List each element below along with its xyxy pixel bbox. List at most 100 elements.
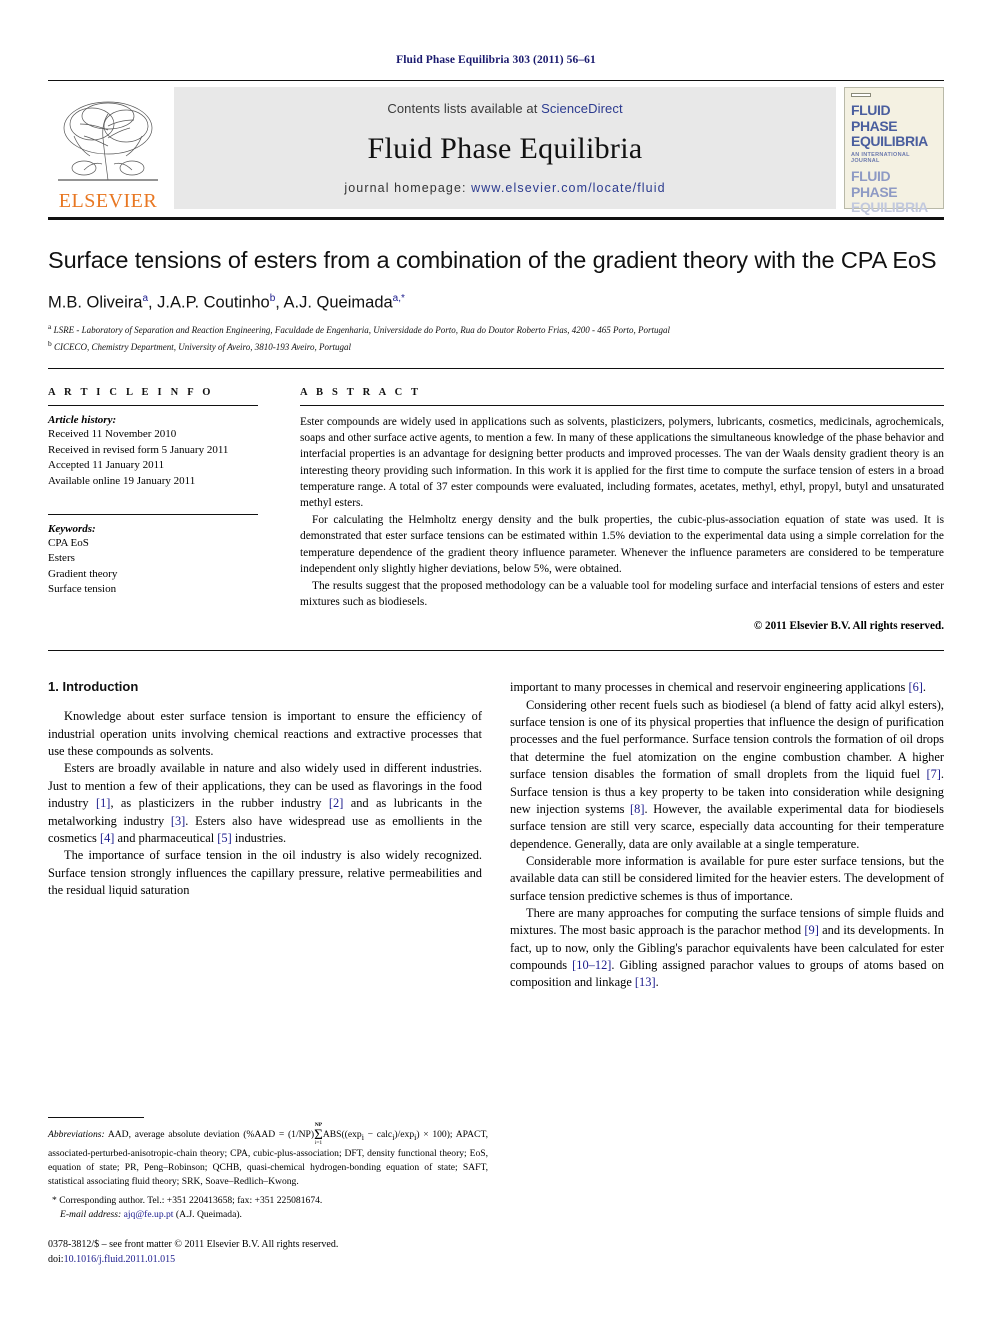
cover-line-3: FLUID PHASE: [851, 168, 898, 200]
affiliation-b-text: CICECO, Chemistry Department, University…: [54, 341, 351, 352]
citation-8[interactable]: [8]: [630, 802, 644, 816]
elsevier-tree-icon: [58, 101, 158, 181]
email-suffix: (A.J. Queimada).: [175, 1209, 242, 1221]
abstract-copyright: © 2011 Elsevier B.V. All rights reserved…: [753, 620, 944, 633]
cover-line-1: FLUID PHASE: [851, 102, 898, 134]
author-0-name: M.B. Oliveira: [48, 293, 143, 312]
keyword-1: Esters: [48, 552, 75, 565]
rp0-t1: .: [922, 680, 926, 695]
summation-symbol: NP Σi=1: [314, 1122, 323, 1147]
running-head: Fluid Phase Equilibria 303 (2011) 56–61: [396, 54, 596, 66]
section-title-introduction: 1. Introduction: [48, 679, 139, 695]
affiliation-a: a LSRE - Laboratory of Separation and Re…: [48, 321, 944, 338]
homepage-prefix: journal homepage:: [344, 181, 472, 195]
info-abstract-section: A R T I C L E I N F O Article history: R…: [48, 369, 944, 632]
email-link[interactable]: ajq@fe.up.pt: [124, 1209, 174, 1220]
body-right-paragraph-3: There are many approaches for computing …: [510, 905, 944, 992]
title-block: Surface tensions of esters from a combin…: [48, 220, 944, 354]
keywords-label: Keywords:: [48, 522, 96, 535]
author-0-marks: a: [142, 292, 148, 304]
citation-6[interactable]: [6]: [908, 680, 922, 694]
journal-masthead: ELSEVIER Contents lists available at Sci…: [48, 83, 944, 215]
article-info-spacer: [48, 490, 258, 507]
homepage-url-link[interactable]: www.elsevier.com/locate/fluid: [471, 181, 665, 195]
doi-line: doi:10.1016/j.fluid.2011.01.015: [48, 1253, 488, 1268]
elsevier-wordmark: ELSEVIER: [58, 190, 158, 212]
keyword-3: Surface tension: [48, 583, 117, 596]
abbreviations-label: Abbreviations:: [48, 1129, 105, 1141]
rp1-t0: Considering other recent fuels such as b…: [510, 697, 944, 782]
journal-homepage-line: journal homepage: www.elsevier.com/locat…: [344, 181, 665, 195]
affiliation-b: b CICECO, Chemistry Department, Universi…: [48, 338, 944, 355]
affiliation-a-text: LSRE - Laboratory of Separation and Reac…: [53, 325, 671, 336]
doi-link[interactable]: 10.1016/j.fluid.2011.01.015: [64, 1254, 176, 1265]
cover-line-2: EQUILIBRIA: [851, 133, 928, 150]
cover-publisher-icon: ≡: [851, 93, 871, 97]
citation-5[interactable]: [5]: [217, 831, 231, 845]
elsevier-logo: ELSEVIER: [48, 83, 168, 213]
article-info-rule: [48, 405, 258, 407]
abstract-rule: [300, 405, 944, 407]
email-line: E-mail address: ajq@fe.up.pt (A.J. Queim…: [58, 1208, 488, 1222]
footnote-rule: [48, 1117, 144, 1118]
rp0-t0: important to many processes in chemical …: [510, 680, 909, 695]
journal-article-page: Fluid Phase Equilibria 303 (2011) 56–61: [0, 0, 992, 1323]
keyword-2: Gradient theory: [48, 567, 118, 580]
issn-block: 0378-3812/$ – see front matter © 2011 El…: [48, 1238, 488, 1267]
contents-prefix: Contents lists available at: [387, 101, 542, 116]
corresponding-author-line: * Corresponding author. Tel.: +351 22041…: [52, 1195, 323, 1207]
abbrev-part-1: AAD, average absolute deviation (%AAD = …: [107, 1129, 315, 1141]
author-1-name: J.A.P. Coutinho: [157, 293, 270, 312]
keyword-0: CPA EoS: [48, 536, 89, 549]
abstract-paragraph-2: The results suggest that the proposed me…: [300, 579, 944, 609]
citation-13[interactable]: [13]: [635, 975, 656, 989]
author-2-name: A.J. Queimada: [283, 293, 393, 312]
abstract-paragraph-0: Ester compounds are widely used in appli…: [300, 416, 944, 510]
citation-3[interactable]: [3]: [171, 814, 185, 828]
cover-line-4: EQUILIBRIA: [851, 199, 928, 216]
article-info-column: A R T I C L E I N F O Article history: R…: [48, 387, 288, 632]
footnote-block: Abbreviations: AAD, average absolute dev…: [48, 1117, 488, 1267]
article-history-3: Available online 19 January 2011: [48, 474, 196, 487]
affiliation-a-mark: a: [48, 322, 52, 332]
cover-subtitle: AN INTERNATIONAL JOURNAL: [851, 152, 910, 165]
journal-title: Fluid Phase Equilibria: [367, 131, 643, 165]
article-history-2: Accepted 11 January 2011: [48, 459, 165, 472]
body-right-paragraph-2: Considerable more information is availab…: [510, 853, 944, 903]
body-column-right: important to many processes in chemical …: [510, 679, 944, 991]
abbrev-part-3: − calc: [363, 1129, 393, 1141]
lp1-t4: and pharmaceutical: [114, 830, 218, 845]
citation-9[interactable]: [9]: [804, 923, 818, 937]
abbrev-part-4: )/exp: [394, 1129, 415, 1141]
citation-10-12[interactable]: [10–12]: [572, 958, 611, 972]
corresponding-author-footnote: * Corresponding author. Tel.: +351 22041…: [48, 1194, 488, 1222]
author-2-marks: a,*: [392, 292, 405, 304]
citation-7[interactable]: [7]: [926, 767, 940, 781]
doi-label: doi:: [48, 1253, 64, 1265]
citation-2[interactable]: [2]: [329, 796, 343, 810]
page-title: Surface tensions of esters from a combin…: [48, 247, 937, 273]
article-history-label: Article history:: [48, 414, 117, 427]
body-left-paragraph-0: Knowledge about ester surface tension is…: [48, 709, 482, 759]
body-right-paragraph-0: important to many processes in chemical …: [510, 679, 944, 696]
citation-1[interactable]: [1]: [96, 796, 110, 810]
rp3-t3: .: [655, 975, 659, 990]
journal-cover-thumbnail[interactable]: ≡ FLUID PHASE EQUILIBRIA AN INTERNATIONA…: [844, 87, 944, 215]
contents-lists-line: Contents lists available at ScienceDirec…: [387, 101, 622, 116]
issn-line: 0378-3812/$ – see front matter © 2011 El…: [48, 1239, 339, 1250]
affiliation-list: a LSRE - Laboratory of Separation and Re…: [48, 321, 944, 354]
article-history-1: Received in revised form 5 January 2011: [48, 443, 229, 456]
author-list: M.B. Oliveiraa, J.A.P. Coutinhob, A.J. Q…: [48, 292, 405, 312]
article-history-0: Received 11 November 2010: [48, 428, 177, 441]
abstract-heading: A B S T R A C T: [300, 387, 422, 399]
sciencedirect-link[interactable]: ScienceDirect: [541, 101, 623, 116]
keywords-rule: [48, 513, 258, 515]
header-divider: [48, 80, 944, 81]
citation-4[interactable]: [4]: [100, 831, 114, 845]
abbreviations-footnote: Abbreviations: AAD, average absolute dev…: [48, 1122, 488, 1187]
abstract-column: A B S T R A C T Ester compounds are wide…: [288, 387, 944, 632]
body-left-paragraph-1: Esters are broadly available in nature a…: [48, 760, 482, 847]
journal-band: Contents lists available at ScienceDirec…: [174, 87, 836, 209]
body-column-left: 1. Introduction Knowledge about ester su…: [48, 679, 482, 991]
affiliation-b-mark: b: [48, 338, 52, 348]
